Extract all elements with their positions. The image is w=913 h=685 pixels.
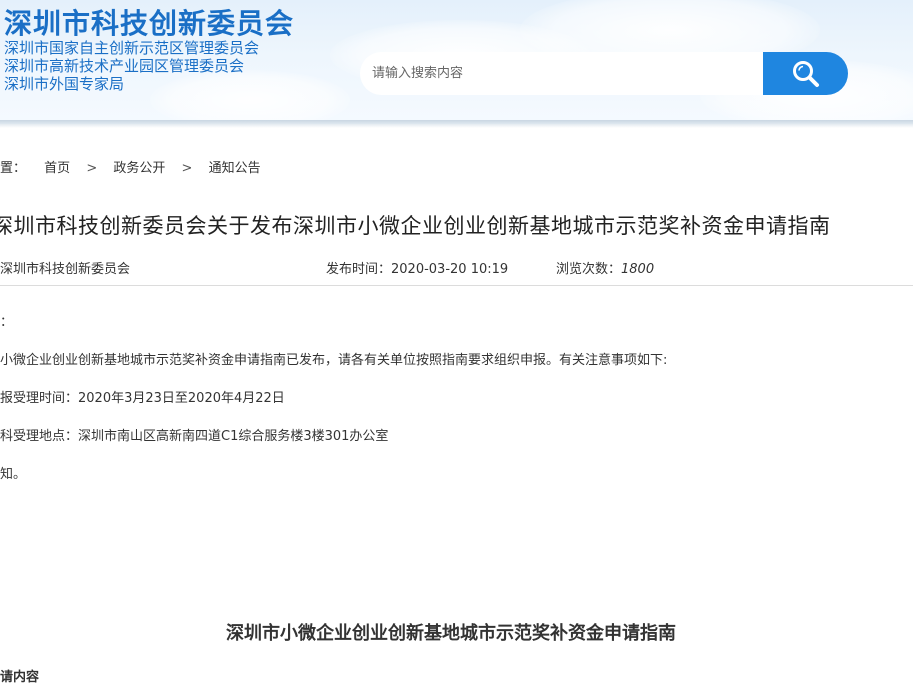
site-header: 深圳市科技创新委员会 深圳市国家自主创新示范区管理委员会 深圳市高新技术产业园区… xyxy=(0,0,913,124)
search-button[interactable] xyxy=(763,52,848,95)
view-count-value: 1800 xyxy=(621,262,655,277)
header-cloud-decoration xyxy=(150,70,350,124)
publish-time: 发布时间：2020-03-20 10:19 xyxy=(326,258,508,277)
sub-org-line: 深圳市高新技术产业园区管理委员会 xyxy=(4,57,245,75)
body-paragraph: 知。 xyxy=(0,467,27,482)
meta-divider xyxy=(0,285,913,286)
body-paragraph: 报受理时间：2020年3月23日至2020年4月22日 xyxy=(0,391,285,406)
breadcrumb-prefix: 置： xyxy=(0,161,27,176)
body-paragraph: 小微企业创业创新基地城市示范奖补资金申请指南已发布，请各有关单位按照指南要求组织… xyxy=(0,353,668,368)
search-input[interactable] xyxy=(372,52,752,95)
body-paragraph: 科受理地点：深圳市南山区高新南四道C1综合服务楼3楼301办公室 xyxy=(0,429,389,444)
header-shadow xyxy=(0,120,913,128)
publish-time-value: 2020-03-20 10:19 xyxy=(391,262,509,277)
section-heading: 请内容 xyxy=(0,670,40,685)
sub-org-line: 深圳市国家自主创新示范区管理委员会 xyxy=(4,39,260,57)
breadcrumb-notices[interactable]: 通知公告 xyxy=(209,157,261,176)
site-title: 深圳市科技创新委员会 xyxy=(4,7,295,40)
body-paragraph: ： xyxy=(0,315,14,330)
article-source: 深圳市科技创新委员会 xyxy=(0,262,131,277)
search-icon xyxy=(792,60,819,87)
breadcrumb-separator: > xyxy=(181,161,193,176)
article-title: 深圳市科技创新委员会关于发布深圳市小微企业创业创新基地城市示范奖补资金申请指南 xyxy=(0,214,831,238)
breadcrumb-separator: > xyxy=(86,161,98,176)
guide-title: 深圳市小微企业创业创新基地城市示范奖补资金申请指南 xyxy=(226,623,676,644)
breadcrumb: 置： 首页 > 政务公开 > 通知公告 xyxy=(0,157,261,176)
breadcrumb-home[interactable]: 首页 xyxy=(44,157,70,176)
view-count-label: 浏览次数： xyxy=(556,262,622,277)
breadcrumb-gov-affairs[interactable]: 政务公开 xyxy=(113,157,165,176)
view-count: 浏览次数：1800 xyxy=(556,258,654,277)
publish-time-label: 发布时间： xyxy=(326,262,392,277)
sub-org-line: 深圳市外国专家局 xyxy=(4,75,125,93)
search-box xyxy=(360,52,765,95)
